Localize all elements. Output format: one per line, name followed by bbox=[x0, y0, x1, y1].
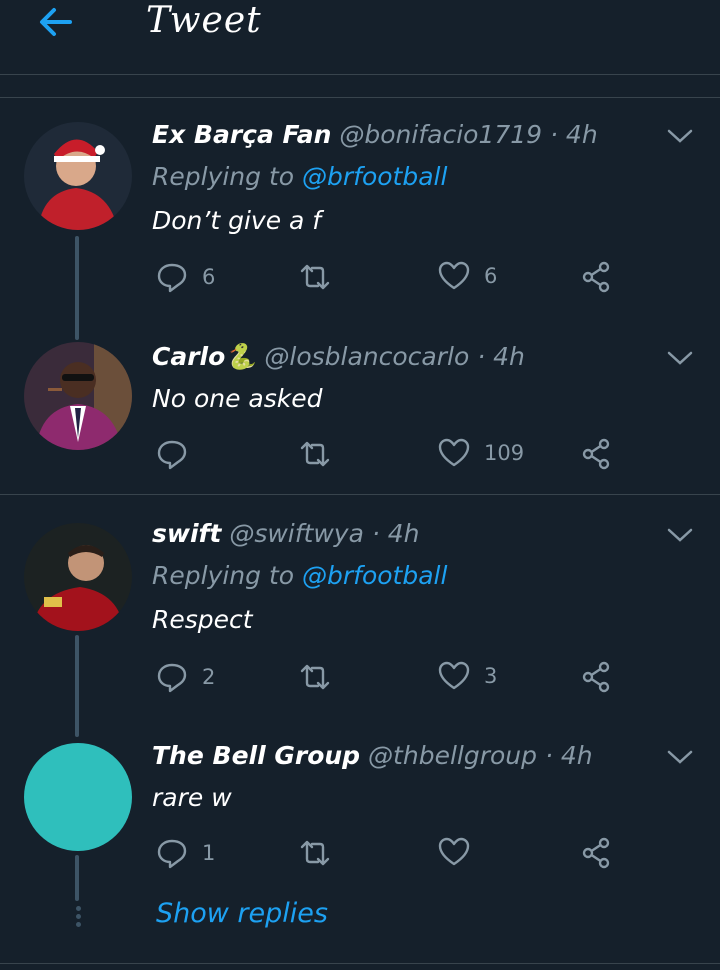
chevron-down-icon[interactable] bbox=[666, 348, 694, 368]
show-replies-link[interactable]: Show replies bbox=[156, 898, 328, 929]
reply-button[interactable]: 1 bbox=[156, 837, 215, 869]
avatar[interactable] bbox=[24, 342, 132, 450]
reply-button[interactable]: 6 bbox=[156, 261, 215, 293]
divider bbox=[0, 963, 720, 964]
like-icon bbox=[438, 261, 470, 290]
handle-timestamp: @bonifacio1719 · 4h bbox=[339, 120, 598, 149]
author-line: swift @swiftwya · 4h bbox=[152, 519, 420, 548]
tweet-1[interactable]: Ex Barça Fan @bonifacio1719 · 4h Replyin… bbox=[0, 98, 720, 493]
avatar[interactable] bbox=[24, 523, 132, 631]
avatar[interactable] bbox=[24, 122, 132, 230]
reply-count: 2 bbox=[202, 665, 216, 689]
share-icon bbox=[582, 438, 610, 470]
like-icon bbox=[438, 438, 470, 467]
like-icon bbox=[438, 661, 470, 690]
handle-timestamp: @thbellgroup · 4h bbox=[368, 741, 593, 770]
section-gap bbox=[0, 75, 720, 98]
reply-button[interactable]: 2 bbox=[156, 661, 215, 693]
display-name[interactable]: Carlo🐍 bbox=[152, 342, 256, 371]
reply-count: 1 bbox=[202, 841, 216, 865]
retweet-icon bbox=[300, 264, 330, 290]
like-button[interactable]: 3 bbox=[438, 661, 497, 691]
tweet-text: Don’t give a f bbox=[152, 206, 322, 235]
avatar[interactable] bbox=[24, 743, 132, 851]
like-button[interactable]: 109 bbox=[438, 438, 524, 468]
retweet-icon bbox=[300, 441, 330, 467]
author-line: Ex Barça Fan @bonifacio1719 · 4h bbox=[152, 120, 598, 149]
reply-icon bbox=[157, 263, 187, 293]
retweet-button[interactable] bbox=[298, 261, 346, 293]
reply-icon bbox=[157, 440, 187, 470]
share-button[interactable] bbox=[580, 261, 612, 293]
retweet-button[interactable] bbox=[298, 837, 346, 869]
chevron-down-icon[interactable] bbox=[666, 525, 694, 545]
tweet-actions: 1 bbox=[0, 837, 720, 877]
author-line: Carlo🐍 @losblancocarlo · 4h bbox=[152, 342, 525, 372]
display-name[interactable]: swift bbox=[152, 519, 221, 548]
reply-icon bbox=[157, 839, 187, 869]
tweet-actions: 109 bbox=[0, 438, 720, 478]
share-button[interactable] bbox=[580, 837, 612, 869]
like-button[interactable]: 6 bbox=[438, 261, 497, 291]
chevron-down-icon[interactable] bbox=[666, 126, 694, 146]
reply-button[interactable] bbox=[156, 438, 202, 470]
display-name[interactable]: The Bell Group bbox=[152, 741, 360, 770]
mention-link[interactable]: @brfootball bbox=[302, 561, 447, 590]
like-count: 3 bbox=[484, 664, 498, 688]
share-icon bbox=[582, 661, 610, 693]
tweet-text: Respect bbox=[152, 605, 253, 634]
share-icon bbox=[582, 261, 610, 293]
tweet-actions: 2 3 bbox=[0, 661, 720, 701]
retweet-button[interactable] bbox=[298, 438, 346, 470]
handle-timestamp: @swiftwya · 4h bbox=[229, 519, 420, 548]
display-name[interactable]: Ex Barça Fan bbox=[152, 120, 331, 149]
share-icon bbox=[582, 837, 610, 869]
share-button[interactable] bbox=[580, 661, 612, 693]
chevron-down-icon[interactable] bbox=[666, 747, 694, 767]
replying-to: Replying to @brfootball bbox=[152, 561, 448, 590]
retweet-icon bbox=[300, 840, 330, 866]
top-bar: Tweet bbox=[0, 0, 720, 75]
page-title: Tweet bbox=[146, 0, 262, 41]
mention-link[interactable]: @brfootball bbox=[302, 162, 447, 191]
tweet-3[interactable]: swift @swiftwya · 4h Replying to @brfoot… bbox=[0, 495, 720, 963]
retweet-button[interactable] bbox=[298, 661, 346, 693]
reply-count: 6 bbox=[202, 265, 216, 289]
like-count: 109 bbox=[484, 441, 525, 465]
tweet-actions: 6 6 bbox=[0, 261, 720, 301]
handle-timestamp: @losblancocarlo · 4h bbox=[264, 342, 525, 371]
retweet-icon bbox=[300, 664, 330, 690]
tweet-text: rare w bbox=[152, 783, 232, 812]
like-count: 6 bbox=[484, 264, 498, 288]
back-arrow-icon[interactable] bbox=[36, 4, 76, 40]
author-line: The Bell Group @thbellgroup · 4h bbox=[152, 741, 593, 770]
thread-more-dots bbox=[74, 903, 82, 930]
replying-to: Replying to @brfootball bbox=[152, 162, 448, 191]
tweet-text: No one asked bbox=[152, 384, 323, 413]
reply-icon bbox=[157, 663, 187, 693]
share-button[interactable] bbox=[580, 438, 612, 470]
like-button[interactable] bbox=[438, 837, 484, 867]
like-icon bbox=[438, 837, 470, 866]
